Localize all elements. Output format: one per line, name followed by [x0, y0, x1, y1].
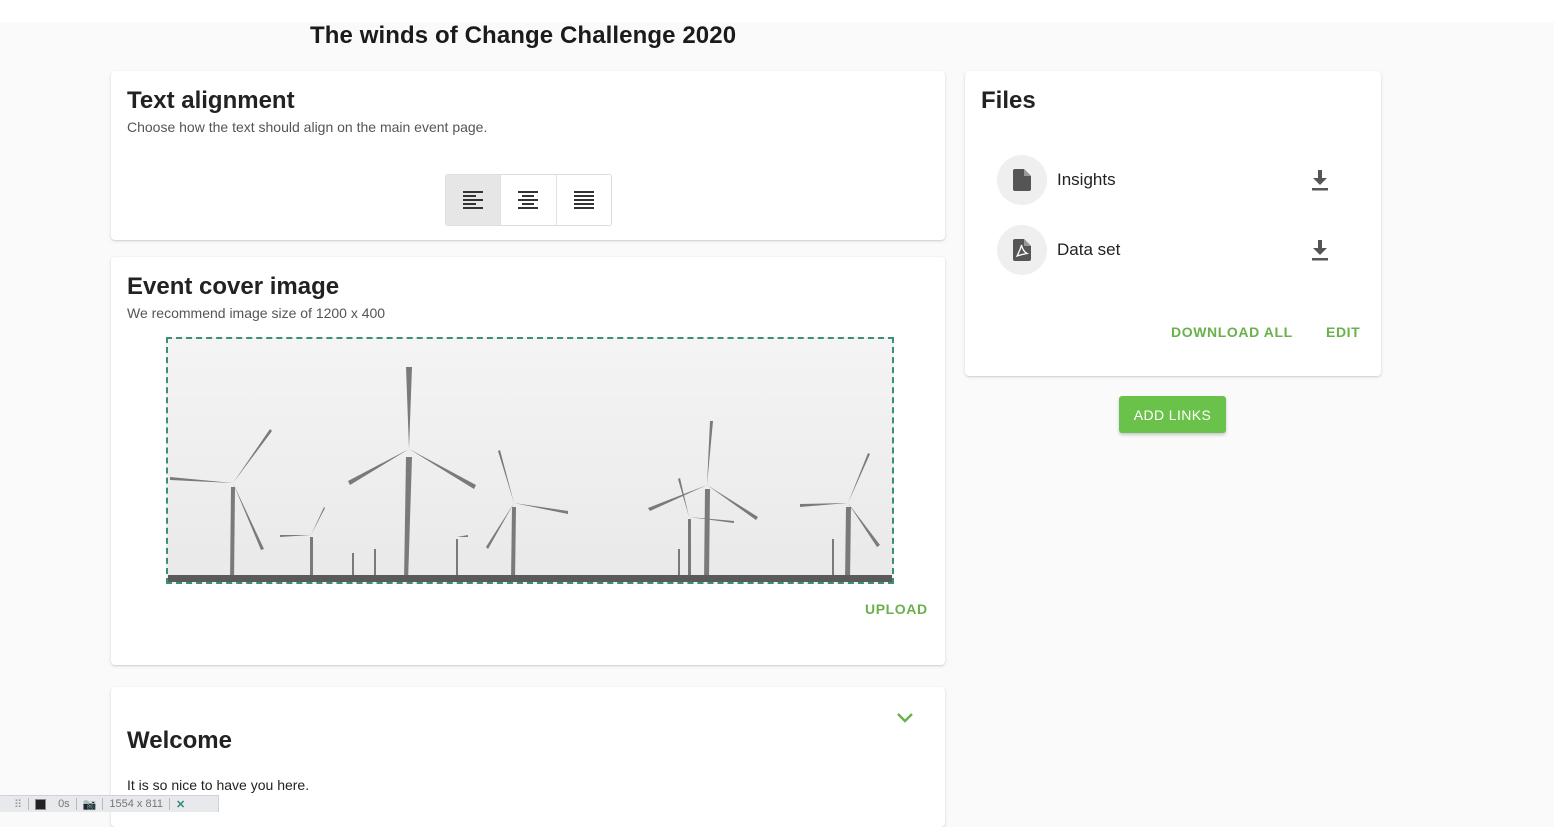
color-swatch[interactable]	[35, 798, 47, 810]
text-alignment-title: Text alignment	[127, 87, 295, 114]
align-left-icon	[463, 191, 484, 209]
align-justify-icon	[573, 191, 594, 209]
top-bar	[0, 0, 1554, 22]
files-card: Files Insights Data set DOWNLOAD ALL EDI…	[965, 71, 1381, 376]
download-all-button[interactable]: DOWNLOAD ALL	[1171, 324, 1293, 340]
camera-icon[interactable]: 📷	[83, 798, 97, 811]
size-text: 1554 x 811	[109, 798, 164, 810]
align-center-icon	[518, 191, 539, 209]
text-alignment-subtitle: Choose how the text should align on the …	[127, 119, 488, 135]
file-item-insights[interactable]: Insights	[997, 155, 1337, 205]
devtools-bar: ⠿ 0s 📷 1554 x 811 ✕	[0, 795, 219, 812]
files-title: Files	[981, 87, 1036, 114]
page-title: The winds of Change Challenge 2020	[310, 22, 737, 49]
welcome-title: Welcome	[127, 727, 232, 754]
align-justify-button[interactable]	[555, 175, 611, 225]
align-left-button[interactable]	[446, 175, 501, 225]
file-avatar	[997, 225, 1047, 275]
drag-handle-icon[interactable]: ⠿	[14, 798, 22, 811]
document-icon	[1013, 169, 1031, 191]
timer-text: 0s	[58, 798, 70, 810]
file-name: Data set	[1057, 240, 1121, 259]
file-item-data-set[interactable]: Data set	[997, 225, 1337, 275]
welcome-card: Welcome It is so nice to have you here.	[111, 687, 945, 827]
upload-button[interactable]: UPLOAD	[865, 601, 928, 617]
align-center-button[interactable]	[500, 175, 556, 225]
event-cover-subtitle: We recommend image size of 1200 x 400	[127, 305, 386, 321]
cover-image-dropzone[interactable]	[166, 337, 894, 584]
chevron-down-icon[interactable]	[896, 712, 914, 724]
welcome-body: It is so nice to have you here.	[127, 777, 310, 793]
event-cover-card: Event cover image We recommend image siz…	[111, 257, 945, 665]
pdf-icon	[1013, 239, 1031, 261]
cover-image	[168, 339, 892, 582]
download-icon[interactable]	[1311, 238, 1329, 262]
edit-button[interactable]: EDIT	[1326, 324, 1360, 340]
download-icon[interactable]	[1311, 168, 1329, 192]
text-alignment-card: Text alignment Choose how the text shoul…	[111, 71, 945, 240]
file-name: Insights	[1057, 170, 1116, 189]
event-cover-title: Event cover image	[127, 273, 340, 300]
add-links-button[interactable]: ADD LINKS	[1119, 396, 1226, 433]
close-icon[interactable]: ✕	[176, 798, 185, 811]
file-avatar	[997, 155, 1047, 205]
alignment-toggle-group	[445, 174, 612, 226]
